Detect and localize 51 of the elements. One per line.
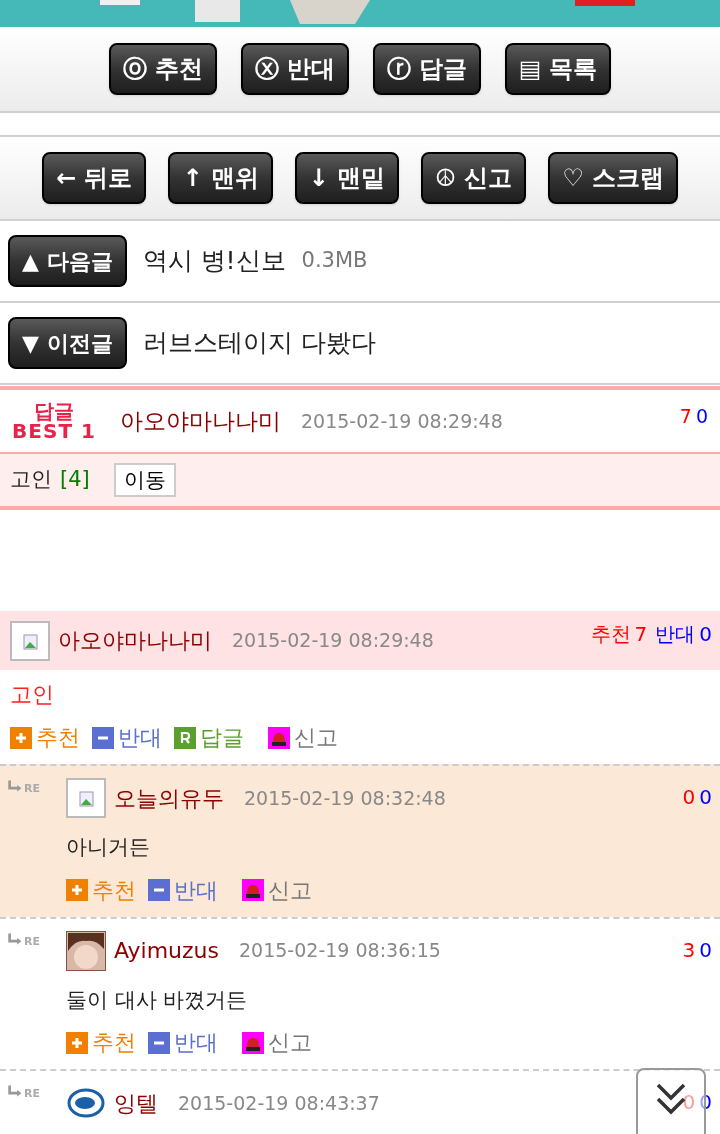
downvote-count: 0 — [695, 404, 708, 429]
re-label: RE — [24, 1088, 40, 1099]
action-link[interactable]: 신고 — [268, 721, 338, 754]
action-link[interactable]: 반대 — [148, 1026, 218, 1059]
upvote-count: 3 — [682, 936, 696, 964]
reply-text: 고인 — [10, 466, 52, 494]
date: 2015-02-19 08:29:48 — [301, 408, 503, 434]
toolbar-button[interactable]: ↓ 맨밑 — [294, 152, 399, 204]
file-size: 0.3MB — [301, 247, 368, 275]
best-label: 답글 BEST 1 — [11, 401, 97, 441]
post-title[interactable]: 러브스테이지 다봤다 — [142, 324, 376, 362]
upvote-count: 7 — [634, 621, 648, 648]
re-label: RE — [24, 783, 40, 794]
comment-text: 고인 — [9, 681, 55, 709]
author-name[interactable]: 오늘의유두 — [114, 781, 224, 815]
post-nav-button[interactable]: ▲ 다음글 — [8, 235, 127, 287]
author-name[interactable]: 아오야마나나미 — [120, 403, 281, 439]
comment-text: 둘이 대사 바꼈거든 — [65, 986, 249, 1014]
author-name[interactable]: Ayimuzus — [114, 934, 219, 967]
action-link[interactable]: 신고 — [242, 1026, 312, 1059]
date: 2015-02-19 08:36:15 — [239, 938, 441, 964]
comment-text: 아니거든 — [65, 834, 151, 861]
toolbar-button[interactable]: ⓞ 추천 — [108, 43, 217, 95]
toolbar-button[interactable]: ← 뒤로 — [42, 152, 147, 204]
downvote-label: 반대 — [655, 621, 696, 648]
post-title[interactable]: 역시 병!신보 — [142, 242, 286, 280]
upvote-count: 0 — [682, 784, 696, 811]
upvote-count: 0 — [682, 1089, 696, 1116]
toolbar-button[interactable]: ↑ 맨위 — [168, 152, 273, 204]
date: 2015-02-19 08:29:48 — [232, 628, 434, 654]
upvote-count: 7 — [679, 404, 692, 429]
author-name[interactable]: 잉텔 — [114, 1086, 158, 1120]
downvote-count: 0 — [699, 936, 712, 964]
date: 2015-02-19 08:43:37 — [178, 1090, 380, 1116]
post-nav-button[interactable]: ▼ 이전글 — [8, 317, 127, 369]
re-label: RE — [24, 935, 40, 947]
move-button[interactable]: 이동 — [113, 463, 176, 497]
toolbar-button[interactable]: ▤ 목록 — [504, 43, 612, 95]
date: 2015-02-19 08:32:48 — [244, 785, 446, 811]
action-link[interactable]: 반대 — [148, 873, 218, 907]
reply-count: [4] — [60, 466, 90, 494]
downvote-count: 0 — [699, 784, 712, 811]
toolbar-button[interactable]: ♡ 스크랩 — [548, 152, 678, 204]
toolbar-button[interactable]: ⓡ 답글 — [372, 43, 481, 95]
author-name[interactable]: 아오야마나나미 — [58, 624, 212, 657]
toolbar-button[interactable]: ⓧ 반대 — [240, 43, 349, 95]
action-link[interactable]: 신고 — [242, 873, 312, 907]
action-link[interactable]: 반대 — [92, 721, 162, 754]
toolbar-button[interactable]: ☮ 신고 — [420, 152, 527, 204]
downvote-count: 0 — [699, 621, 712, 648]
upvote-label: 추천 — [590, 621, 631, 648]
